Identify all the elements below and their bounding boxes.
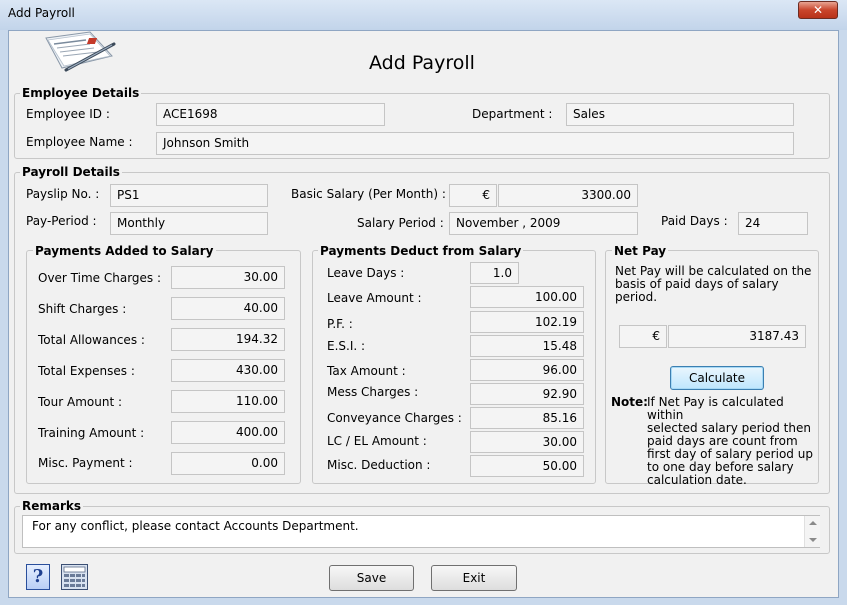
note-line: If Net Pay is calculated within <box>647 395 784 422</box>
paid-days-label: Paid Days : <box>661 214 728 228</box>
net-pay-description-line: period. <box>615 290 658 304</box>
pay-period-label: Pay-Period : <box>26 214 97 228</box>
leave-amount-label: Leave Amount : <box>327 291 422 305</box>
tax-amount-field[interactable]: 96.00 <box>470 359 584 381</box>
save-button[interactable]: Save <box>329 565 414 591</box>
esi-field[interactable]: 15.48 <box>470 335 584 357</box>
overtime-label: Over Time Charges : <box>38 271 162 285</box>
tour-amount-field[interactable]: 110.00 <box>171 390 285 413</box>
payslip-label: Payslip No. : <box>26 187 100 201</box>
basic-salary-currency: € <box>449 184 497 207</box>
shift-charges-label: Shift Charges : <box>38 302 127 316</box>
net-pay-description: Net Pay will be calculated on the basis … <box>615 265 815 304</box>
net-pay-field[interactable]: 3187.43 <box>668 325 806 348</box>
basic-salary-field[interactable]: 3300.00 <box>498 184 638 207</box>
payments-deduct-title: Payments Deduct from Salary <box>318 244 524 258</box>
total-allowances-label: Total Allowances : <box>38 333 145 347</box>
net-pay-note: Note: If Net Pay is calculated within se… <box>611 396 821 487</box>
total-expenses-field[interactable]: 430.00 <box>171 359 285 382</box>
payroll-details-title: Payroll Details <box>20 165 122 179</box>
training-amount-field[interactable]: 400.00 <box>171 421 285 444</box>
department-field[interactable]: Sales <box>566 103 794 126</box>
leave-days-field[interactable]: 1.0 <box>470 262 519 284</box>
title-bar: Add Payroll <box>0 0 847 30</box>
tour-amount-label: Tour Amount : <box>38 395 122 409</box>
pf-field[interactable]: 102.19 <box>470 311 584 333</box>
conveyance-charges-label: Conveyance Charges : <box>327 411 462 425</box>
note-line: calculation date. <box>647 473 747 487</box>
help-button[interactable]: ? <box>26 564 50 590</box>
employee-id-label: Employee ID : <box>26 107 110 121</box>
window-title: Add Payroll <box>8 6 75 20</box>
close-button[interactable]: ✕ <box>798 1 838 19</box>
net-pay-currency: € <box>619 325 667 348</box>
misc-deduction-label: Misc. Deduction : <box>327 458 431 472</box>
salary-period-label: Salary Period : <box>357 216 444 230</box>
misc-payment-field[interactable]: 0.00 <box>171 452 285 475</box>
employee-name-field[interactable]: Johnson Smith <box>156 132 794 155</box>
calculator-icon[interactable] <box>61 564 88 590</box>
conveyance-charges-field[interactable]: 85.16 <box>470 407 584 429</box>
employee-name-label: Employee Name : <box>26 135 133 149</box>
training-amount-label: Training Amount : <box>38 426 145 440</box>
lc-el-amount-label: LC / EL Amount : <box>327 434 427 448</box>
payments-added-title: Payments Added to Salary <box>33 244 216 258</box>
note-label: Note: <box>611 395 648 409</box>
employee-details-title: Employee Details <box>20 86 142 100</box>
remarks-title: Remarks <box>20 499 84 513</box>
esi-label: E.S.I. : <box>327 339 366 353</box>
calculate-button[interactable]: Calculate <box>670 366 764 390</box>
mess-charges-label: Mess Charges : <box>327 385 419 399</box>
shift-charges-field[interactable]: 40.00 <box>171 297 285 320</box>
help-icon: ? <box>32 566 44 587</box>
overtime-field[interactable]: 30.00 <box>171 266 285 289</box>
scroll-up-arrow-icon[interactable] <box>808 521 817 525</box>
remarks-scrollbar[interactable] <box>804 516 820 547</box>
tax-amount-label: Tax Amount : <box>327 364 406 378</box>
total-allowances-field[interactable]: 194.32 <box>171 328 285 351</box>
misc-deduction-field[interactable]: 50.00 <box>470 455 584 477</box>
department-label: Department : <box>472 107 553 121</box>
employee-id-field[interactable]: ACE1698 <box>156 103 385 126</box>
salary-period-field[interactable]: November , 2009 <box>449 212 638 235</box>
pay-period-field[interactable]: Monthly <box>110 212 268 235</box>
total-expenses-label: Total Expenses : <box>38 364 135 378</box>
page-title: Add Payroll <box>369 52 475 74</box>
close-icon: ✕ <box>812 3 824 17</box>
misc-payment-label: Misc. Payment : <box>38 456 133 470</box>
remarks-text: For any conflict, please contact Account… <box>32 519 359 533</box>
basic-salary-label: Basic Salary (Per Month) : <box>291 187 446 201</box>
leave-days-label: Leave Days : <box>327 266 405 280</box>
remarks-textarea[interactable]: For any conflict, please contact Account… <box>22 515 820 548</box>
exit-button[interactable]: Exit <box>431 565 517 591</box>
scroll-down-arrow-icon[interactable] <box>808 538 817 542</box>
payroll-document-pen-icon <box>45 31 116 72</box>
paid-days-field[interactable]: 24 <box>738 212 808 235</box>
leave-amount-field[interactable]: 100.00 <box>470 286 584 308</box>
payslip-field[interactable]: PS1 <box>110 184 268 207</box>
pf-label: P.F. : <box>327 317 353 331</box>
lc-el-amount-field[interactable]: 30.00 <box>470 431 584 453</box>
net-pay-title: Net Pay <box>612 244 669 258</box>
mess-charges-field[interactable]: 92.90 <box>470 383 584 405</box>
